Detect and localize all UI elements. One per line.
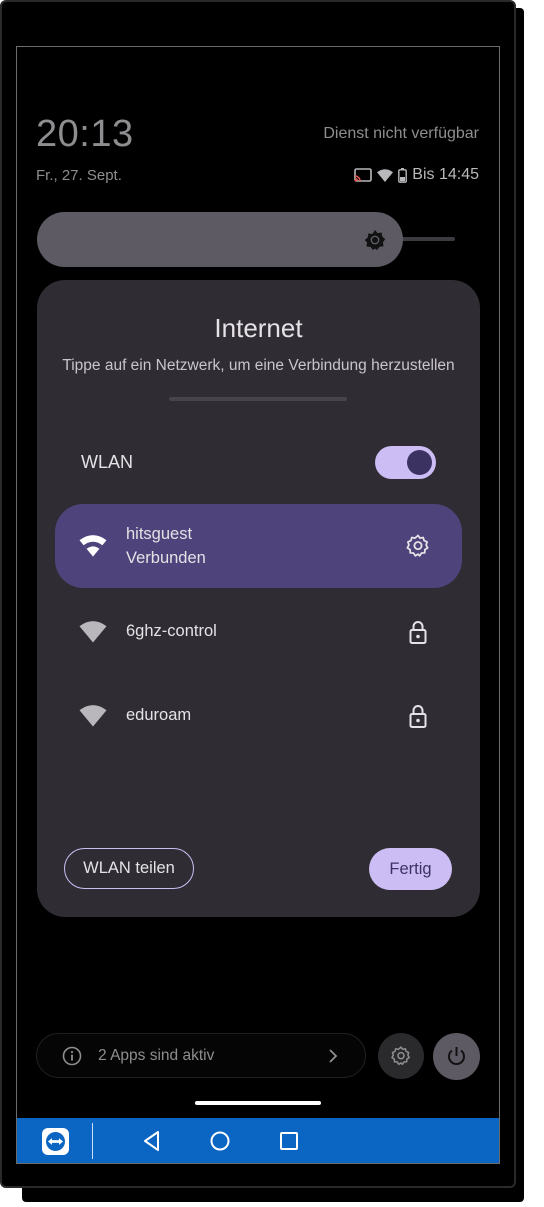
battery-text: Bis 14:45 xyxy=(412,166,479,183)
home-icon[interactable] xyxy=(208,1129,232,1153)
brightness-slider[interactable] xyxy=(37,212,403,267)
toggle-knob xyxy=(407,450,432,475)
wlan-label: WLAN xyxy=(81,452,134,472)
cast-icon xyxy=(354,168,373,182)
nav-separator xyxy=(92,1123,93,1159)
network-name: eduroam xyxy=(126,706,192,724)
network-name: 6ghz-control xyxy=(126,622,217,640)
lock-icon xyxy=(409,705,427,728)
power-button[interactable] xyxy=(433,1033,480,1080)
recents-icon[interactable] xyxy=(277,1129,301,1153)
service-status: Dienst nicht verfügbar xyxy=(323,125,479,142)
internet-dialog: Internet Tippe auf ein Netzwerk, um eine… xyxy=(37,280,480,917)
drag-handle[interactable] xyxy=(195,1101,321,1105)
clock: 20:13 xyxy=(36,113,134,155)
screen: 20:13 Dienst nicht verfügbar Fr., 27. Se… xyxy=(16,46,500,1164)
status-icons: Bis 14:45 xyxy=(354,166,479,184)
battery-icon xyxy=(398,167,408,183)
active-apps-button[interactable]: 2 Apps sind aktiv xyxy=(36,1033,366,1078)
wlan-toggle[interactable] xyxy=(375,446,436,479)
dialog-title: Internet xyxy=(214,313,303,343)
network-item-hitsguest[interactable]: hitsguest Verbunden xyxy=(55,504,462,588)
active-apps-label: 2 Apps sind aktiv xyxy=(98,1047,215,1064)
wifi-icon xyxy=(79,705,107,727)
share-wlan-button[interactable]: WLAN teilen xyxy=(64,848,194,889)
network-name: hitsguest xyxy=(126,525,193,543)
power-icon xyxy=(448,1047,465,1065)
lock-icon xyxy=(409,621,427,644)
network-item-6ghz-control[interactable]: 6ghz-control xyxy=(55,590,462,674)
wifi-icon xyxy=(79,535,107,557)
dialog-divider xyxy=(169,397,347,401)
wifi-status-icon xyxy=(377,168,394,182)
network-item-eduroam[interactable]: eduroam xyxy=(55,674,462,758)
brightness-icon xyxy=(364,230,386,250)
dialog-subtitle: Tippe auf ein Netzwerk, um eine Verbindu… xyxy=(62,357,455,374)
navigation-bar xyxy=(17,1118,499,1163)
phone-frame: 20:13 Dienst nicht verfügbar Fr., 27. Se… xyxy=(0,0,516,1188)
date: Fr., 27. Sept. xyxy=(36,167,122,184)
teamviewer-icon[interactable] xyxy=(42,1128,69,1155)
gear-icon xyxy=(391,1046,410,1066)
done-button[interactable]: Fertig xyxy=(369,848,452,890)
settings-button[interactable] xyxy=(378,1033,424,1079)
gear-icon[interactable] xyxy=(405,533,431,559)
back-icon[interactable] xyxy=(140,1129,164,1153)
chevron-right-icon xyxy=(329,1049,338,1063)
network-status: Verbunden xyxy=(126,549,206,567)
info-icon xyxy=(62,1046,82,1066)
wifi-icon xyxy=(79,621,107,643)
